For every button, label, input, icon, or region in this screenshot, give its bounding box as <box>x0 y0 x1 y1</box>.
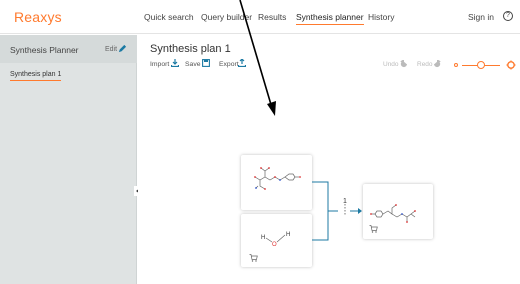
annotation-arrow <box>239 0 276 116</box>
